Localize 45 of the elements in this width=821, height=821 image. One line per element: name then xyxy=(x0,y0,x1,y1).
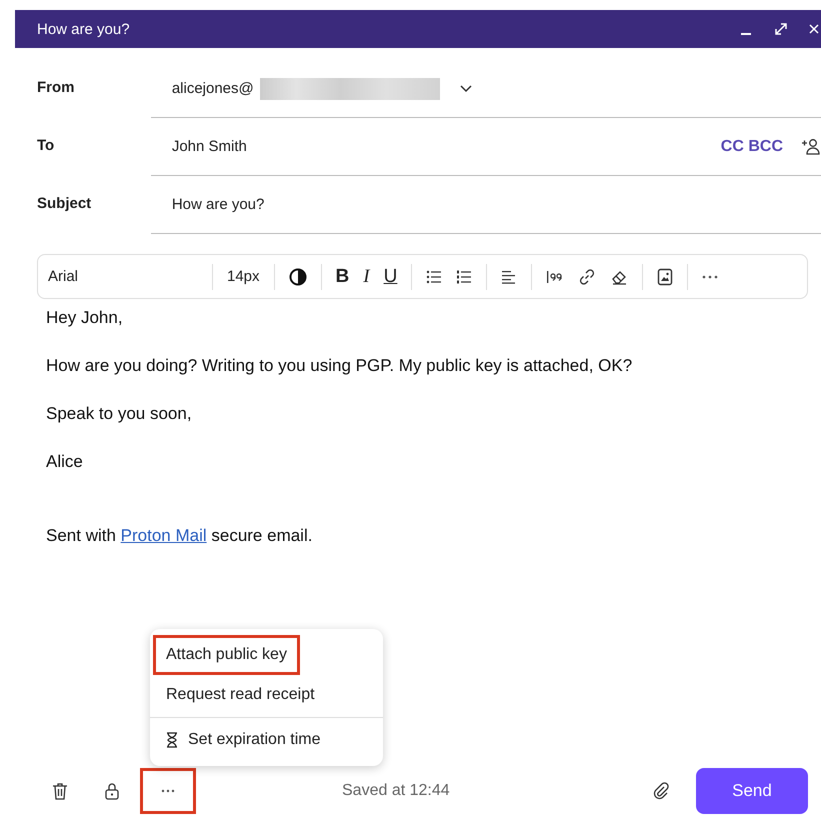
subject-field[interactable]: How are you? xyxy=(150,176,821,234)
add-contact-icon[interactable] xyxy=(801,138,821,156)
body-text: Hey John, xyxy=(46,307,124,329)
saved-status: Saved at 12:44 xyxy=(342,782,451,800)
chevron-down-icon[interactable] xyxy=(460,84,472,92)
menu-item[interactable]: Set expiration time xyxy=(153,720,334,760)
body-text: Alice xyxy=(46,451,84,473)
recipient-field[interactable]: John Smith CC BCC xyxy=(150,118,821,176)
send-button[interactable]: Send xyxy=(696,768,808,814)
proton-mail-link[interactable]: Proton Mail xyxy=(120,526,207,545)
sender-field[interactable]: alicejones@ xyxy=(150,60,821,118)
cc-bcc-link[interactable]: CC BCC xyxy=(720,138,783,156)
field-label: From xyxy=(36,78,76,98)
format-button[interactable]: B xyxy=(336,266,350,288)
more-options-button[interactable] xyxy=(140,768,196,814)
signature-text: Sent with Proton Mail secure email. xyxy=(46,525,314,547)
field-label: To xyxy=(36,136,56,156)
bullet-list-icon[interactable] xyxy=(426,270,442,284)
format-button[interactable]: I xyxy=(363,266,370,288)
body-text: How are you doing? Writing to you using PGP. My public key is attached, OK? xyxy=(46,355,634,377)
menu-item[interactable]: Request read receipt xyxy=(153,675,328,715)
hourglass-icon xyxy=(166,732,178,748)
expand-icon[interactable] xyxy=(773,21,789,37)
body-text: Speak to you soon, xyxy=(46,403,193,425)
contrast-icon[interactable] xyxy=(288,268,307,286)
more-icon[interactable] xyxy=(702,274,718,278)
field-value: alicejones@ xyxy=(172,80,254,97)
field-label: Subject xyxy=(36,194,92,214)
trash-icon[interactable] xyxy=(52,782,68,800)
format-button[interactable]: U xyxy=(384,266,398,288)
more-icon xyxy=(161,789,175,793)
paperclip-icon[interactable] xyxy=(652,782,670,800)
field-value: John Smith xyxy=(172,138,247,155)
font-select[interactable]: Arial xyxy=(48,268,198,285)
menu-item[interactable]: Attach public key xyxy=(153,635,300,675)
field-value: How are you? xyxy=(172,196,264,213)
link-icon[interactable] xyxy=(578,268,596,286)
window-title: How are you? xyxy=(37,20,131,38)
close-icon[interactable] xyxy=(809,24,819,34)
image-icon[interactable] xyxy=(657,268,674,286)
font-size-select[interactable]: 14px xyxy=(227,268,260,285)
numbered-list-icon[interactable] xyxy=(456,270,472,284)
lock-icon[interactable] xyxy=(104,782,120,800)
align-left-icon[interactable] xyxy=(501,270,518,284)
quote-icon[interactable] xyxy=(546,270,564,284)
